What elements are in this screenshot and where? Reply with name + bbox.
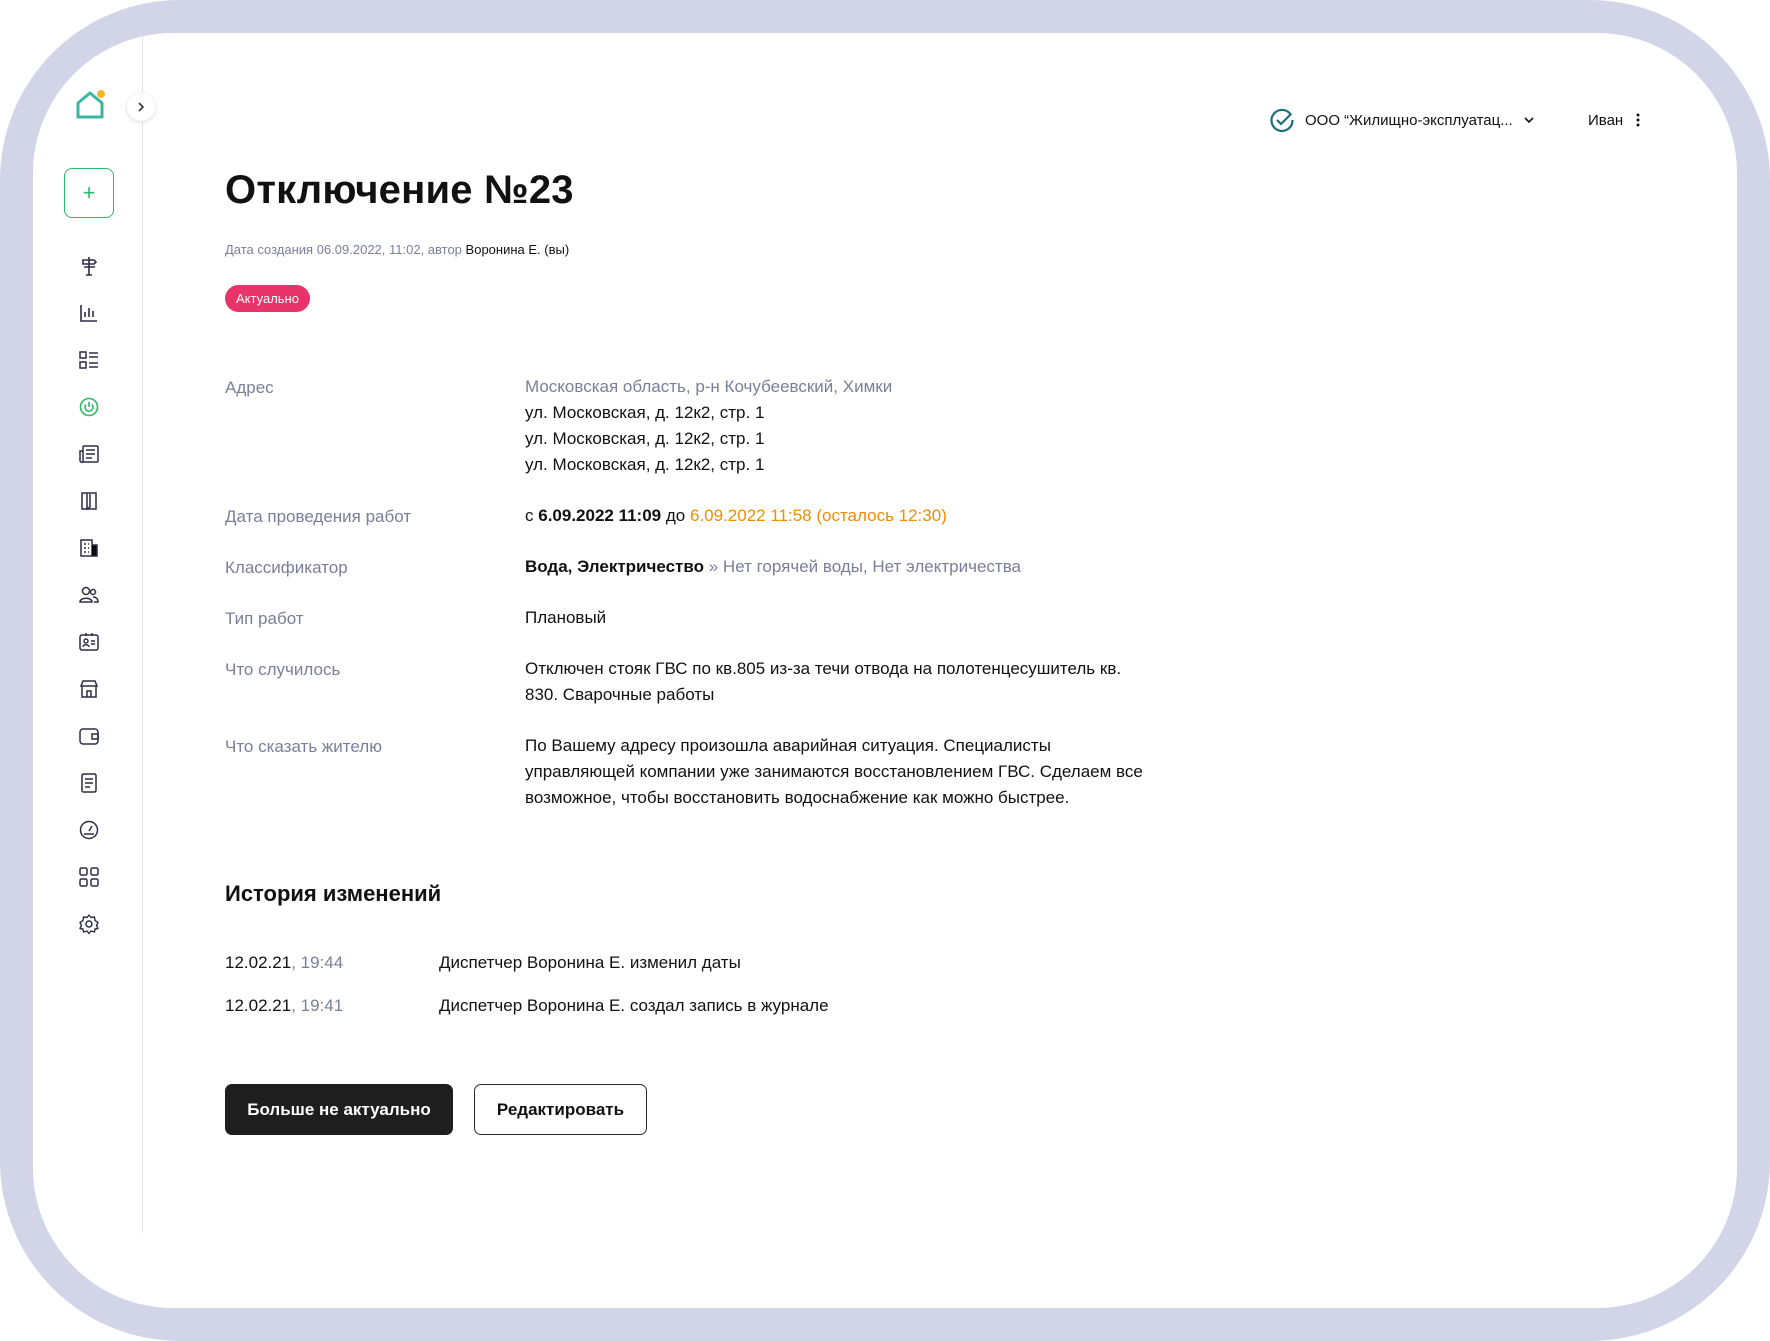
- history-time: , 19:41: [291, 996, 344, 1015]
- mark-not-actual-button[interactable]: Больше не актуально: [225, 1084, 453, 1135]
- what-happened-label: Что случилось: [225, 660, 341, 679]
- book-icon[interactable]: [78, 490, 100, 512]
- grid-icon[interactable]: [78, 866, 100, 888]
- chart-icon[interactable]: [78, 302, 100, 324]
- id-card-icon[interactable]: [78, 631, 100, 653]
- sidebar: +: [33, 33, 155, 1233]
- users-icon[interactable]: [78, 584, 100, 606]
- organization-selector[interactable]: ООО “Жилищно-эксплуатац...: [1269, 105, 1535, 135]
- user-menu[interactable]: Иван: [1588, 105, 1641, 135]
- chevron-right-icon: [138, 102, 145, 112]
- verified-check-icon: [1270, 108, 1294, 132]
- edit-button[interactable]: Редактировать: [474, 1084, 647, 1135]
- work-date-to-prefix: до: [665, 506, 686, 525]
- page-title: Отключение №23: [225, 168, 574, 212]
- address-label: Адрес: [225, 378, 274, 397]
- classifier-value: Вода, Электричество » Нет горячей воды, …: [525, 554, 1145, 580]
- newspaper-icon[interactable]: [78, 443, 100, 465]
- settings-icon[interactable]: [78, 913, 100, 935]
- home-logo-icon[interactable]: [73, 88, 107, 122]
- resident-message-value: По Вашему адресу произошла аварийная сит…: [525, 736, 1143, 807]
- building-icon[interactable]: [78, 537, 100, 559]
- list-icon[interactable]: [78, 349, 100, 371]
- address-line: ул. Московская, д. 12к2, стр. 1: [525, 403, 765, 422]
- sidebar-expand-button[interactable]: [127, 93, 155, 121]
- classifier-sub: » Нет горячей воды, Нет электричества: [708, 557, 1021, 576]
- history-entry-date: 12.02.21, 19:44: [225, 953, 343, 973]
- address-value: Московская область, р-н Кочубеевский, Хи…: [525, 374, 1145, 478]
- history-entry-text: Диспетчер Воронина Е. изменил даты: [439, 953, 741, 972]
- history-date: 12.02.21: [225, 996, 292, 1015]
- work-date-from-prefix: с: [525, 506, 534, 525]
- power-icon[interactable]: [78, 396, 100, 418]
- signpost-icon[interactable]: [78, 255, 100, 277]
- classifier-label: Классификатор: [225, 558, 348, 577]
- document-icon[interactable]: [78, 772, 100, 794]
- status-badge: Актуально: [225, 285, 310, 312]
- resident-message-label: Что сказать жителю: [225, 737, 382, 756]
- history-entry-text: Диспетчер Воронина Е. создал запись в жу…: [439, 996, 829, 1015]
- author-name: Воронина Е. (вы): [465, 242, 570, 257]
- work-date-value: с 6.09.2022 11:09 до 6.09.2022 11:58 (ос…: [525, 503, 1145, 529]
- app-window: + ООО “Жилищно-эксплуатац... Иван Отключ…: [33, 33, 1737, 1308]
- gauge-icon[interactable]: [78, 819, 100, 841]
- work-date-to: 6.09.2022 11:58 (осталось 12:30): [689, 506, 947, 525]
- address-region: Московская область, р-н Кочубеевский, Хи…: [525, 377, 893, 396]
- work-date-from: 6.09.2022 11:09: [538, 506, 662, 525]
- work-type-value: Плановый: [525, 608, 607, 627]
- classifier-main: Вода, Электричество: [525, 557, 704, 576]
- organization-name: ООО “Жилищно-эксплуатац...: [1305, 111, 1513, 129]
- creation-date: Дата создания 06.09.2022, 11:02, автор: [225, 242, 462, 257]
- history-title: История изменений: [225, 881, 442, 906]
- more-vertical-icon[interactable]: [1635, 112, 1641, 128]
- history-time: , 19:44: [291, 953, 344, 972]
- store-icon[interactable]: [78, 678, 100, 700]
- user-name: Иван: [1588, 111, 1624, 129]
- history-date: 12.02.21: [225, 953, 292, 972]
- creation-meta: Дата создания 06.09.2022, 11:02, автор В…: [225, 242, 569, 257]
- address-line: ул. Московская, д. 12к2, стр. 1: [525, 455, 765, 474]
- what-happened-value: Отключен стояк ГВС по кв.805 из-за течи …: [525, 659, 1122, 704]
- address-line: ул. Московская, д. 12к2, стр. 1: [525, 429, 765, 448]
- chevron-down-icon: [1524, 117, 1534, 124]
- history-entry-date: 12.02.21, 19:41: [225, 996, 343, 1016]
- work-date-label: Дата проведения работ: [225, 507, 412, 526]
- work-type-label: Тип работ: [225, 609, 304, 628]
- wallet-icon[interactable]: [78, 725, 100, 747]
- add-button[interactable]: +: [64, 168, 114, 218]
